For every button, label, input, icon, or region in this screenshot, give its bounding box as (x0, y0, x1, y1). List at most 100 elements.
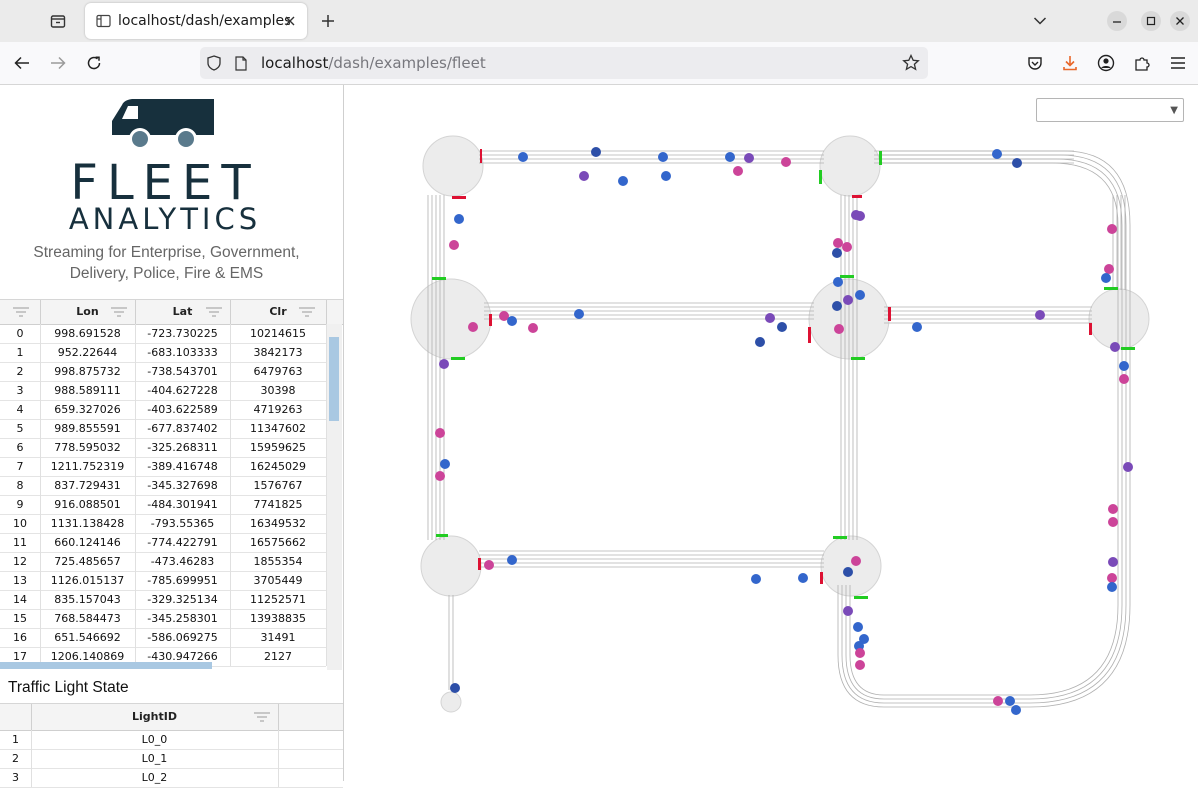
fleet-map[interactable]: ▼ (344, 85, 1198, 781)
back-arrow-icon[interactable] (9, 51, 35, 75)
table-row[interactable]: 2 998.875732 -738.543701 6479763 (0, 362, 327, 382)
browser-tab[interactable]: localhost/dash/examples/ (85, 3, 307, 39)
vehicle-marker (579, 171, 589, 181)
table-row[interactable]: 1 952.22644 -683.103333 3842173 (0, 343, 327, 363)
filter-icon[interactable] (205, 306, 223, 318)
vehicle-marker (574, 309, 584, 319)
vehicle-marker (507, 316, 517, 326)
vehicle-marker (591, 147, 601, 157)
table-row[interactable]: 6 778.595032 -325.268311 15959625 (0, 438, 327, 458)
road-outer-loop (841, 154, 1127, 704)
url-text: localhost/dash/examples/fleet (261, 54, 486, 72)
column-header-lon[interactable]: Lon (40, 300, 136, 324)
cell-lat: -683.103333 (135, 343, 231, 362)
filter-icon[interactable] (298, 306, 316, 318)
roundabout (820, 535, 882, 597)
cell-clr: 16349532 (230, 514, 327, 533)
cell-clr: 1855354 (230, 552, 327, 571)
cell-clr: 10214615 (230, 324, 327, 343)
filter-icon[interactable] (12, 306, 30, 318)
url-bar[interactable]: localhost/dash/examples/fleet (200, 47, 928, 79)
minimize-icon[interactable] (1107, 11, 1127, 31)
maximize-icon[interactable] (1141, 11, 1161, 31)
vehicle-marker (777, 322, 787, 332)
table-row[interactable]: 13 1126.015137 -785.699951 3705449 (0, 571, 327, 591)
vertical-scrollbar[interactable] (327, 324, 342, 670)
download-icon[interactable] (1057, 51, 1083, 75)
column-header-lightid[interactable]: LightID (31, 704, 279, 730)
table-row[interactable]: 2 L0_1 (0, 749, 343, 769)
close-tab-icon[interactable] (281, 12, 299, 30)
table-row[interactable]: 3 988.589111 -404.627228 30398 (0, 381, 327, 401)
cell-lon: 837.729431 (40, 476, 136, 495)
tab-list-icon[interactable] (46, 9, 70, 33)
table-row[interactable]: 5 989.855591 -677.837402 11347602 (0, 419, 327, 439)
vehicle-marker (1123, 462, 1133, 472)
roundabout (440, 691, 462, 713)
pocket-icon[interactable] (1022, 51, 1048, 75)
scroll-thumb[interactable] (329, 337, 339, 421)
table-row[interactable]: 14 835.157043 -329.325134 11252571 (0, 590, 327, 610)
vehicle-marker (1035, 310, 1045, 320)
tagline-line-1: Streaming for Enterprise, Government, (33, 244, 300, 261)
cell-lon: 659.327026 (40, 400, 136, 419)
tab-overflow-chevron-icon[interactable] (1030, 11, 1050, 31)
page-info-icon[interactable] (235, 55, 251, 71)
vehicle-marker (851, 556, 861, 566)
forward-arrow-icon[interactable] (45, 51, 71, 75)
filter-icon[interactable] (253, 711, 271, 723)
vehicle-marker (439, 359, 449, 369)
table-row[interactable]: 11 660.124146 -774.422791 16575662 (0, 533, 327, 553)
table-row[interactable]: 10 1131.138428 -793.55365 16349532 (0, 514, 327, 534)
horizontal-scrollbar-thumb[interactable] (0, 662, 212, 669)
cell-lon: 1211.752319 (40, 457, 136, 476)
table-row[interactable]: 0 998.691528 -723.730225 10214615 (0, 324, 327, 344)
tagline-line-2: Delivery, Police, Fire & EMS (69, 265, 264, 282)
traffic-light-green (1121, 347, 1135, 350)
row-index: 9 (0, 495, 41, 514)
close-window-icon[interactable] (1170, 11, 1190, 31)
row-index: 12 (0, 552, 41, 571)
traffic-light-table-header: LightID (0, 704, 343, 731)
vehicle-marker (855, 648, 865, 658)
vehicle-marker (833, 238, 843, 248)
filter-icon[interactable] (110, 306, 128, 318)
vehicle-select-dropdown[interactable]: ▼ (1036, 98, 1184, 122)
cell-lat: -793.55365 (135, 514, 231, 533)
shield-icon[interactable] (207, 55, 225, 71)
vehicle-marker (755, 337, 765, 347)
table-row[interactable]: 1 L0_0 (0, 730, 343, 750)
vehicle-marker (658, 152, 668, 162)
cell-lat: -345.327698 (135, 476, 231, 495)
new-tab-button[interactable] (316, 9, 340, 33)
traffic-light-red (808, 327, 811, 343)
table-row[interactable]: 3 L0_2 (0, 768, 343, 788)
cell-lon: 998.691528 (40, 324, 136, 343)
reload-icon[interactable] (81, 51, 107, 75)
table-row[interactable]: 4 659.327026 -403.622589 4719263 (0, 400, 327, 420)
vehicle-marker (912, 322, 922, 332)
index-header (0, 300, 41, 324)
table-row[interactable]: 15 768.584473 -345.258301 13938835 (0, 609, 327, 629)
table-row[interactable]: 16 651.546692 -586.069275 31491 (0, 628, 327, 648)
table-row[interactable]: 9 916.088501 -484.301941 7741825 (0, 495, 327, 515)
vehicle-marker (484, 560, 494, 570)
cell-lat: -404.627228 (135, 381, 231, 400)
extensions-icon[interactable] (1129, 51, 1155, 75)
menu-icon[interactable] (1165, 51, 1191, 75)
cell-lon: 1131.138428 (40, 514, 136, 533)
cell-lat: -785.699951 (135, 571, 231, 590)
bookmark-star-icon[interactable] (902, 54, 920, 72)
table-row[interactable]: 7 1211.752319 -389.416748 16245029 (0, 457, 327, 477)
account-icon[interactable] (1093, 51, 1119, 75)
table-row[interactable]: 8 837.729431 -345.327698 1576767 (0, 476, 327, 496)
cell-clr: 6479763 (230, 362, 327, 381)
vehicle-marker (435, 471, 445, 481)
column-header-clr[interactable]: Clr (230, 300, 327, 324)
vehicle-marker (449, 240, 459, 250)
column-header-lat[interactable]: Lat (135, 300, 231, 324)
vehicle-marker (435, 428, 445, 438)
table-row[interactable]: 12 725.485657 -473.46283 1855354 (0, 552, 327, 572)
cell-lat: -738.543701 (135, 362, 231, 381)
column-header-lon-label: Lon (76, 305, 99, 318)
